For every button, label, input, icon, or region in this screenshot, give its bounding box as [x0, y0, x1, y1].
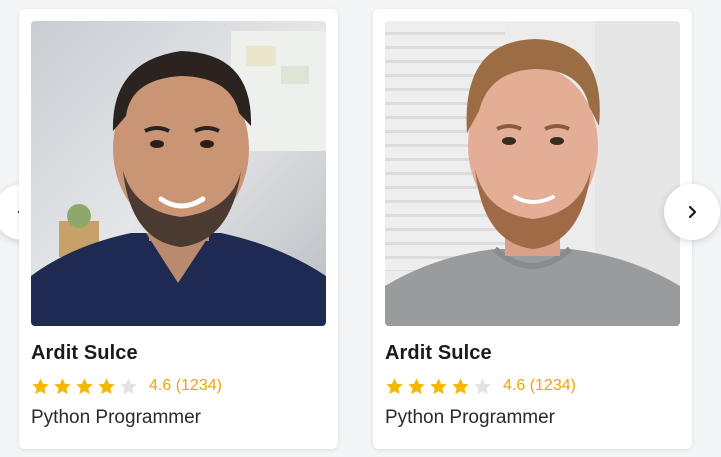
instructor-name: Ardit Sulce: [31, 342, 138, 364]
star-icon: [430, 377, 447, 394]
instructor-card[interactable]: Ardit Sulce 4.6 (1234) Python Programmer: [373, 9, 692, 449]
carousel-next-button[interactable]: [664, 184, 720, 240]
star-rating: [31, 377, 138, 396]
star-icon: [32, 377, 49, 394]
chevron-right-icon: [688, 205, 697, 219]
rating: 4.6 (1234): [31, 375, 222, 397]
instructor-role: Python Programmer: [385, 407, 556, 428]
star-rating: [385, 377, 492, 396]
star-icon: [76, 377, 93, 394]
star-icon: [408, 377, 425, 394]
rating-value: 4.6 (1234): [503, 377, 576, 394]
instructor-card[interactable]: Ardit Sulce 4.6 (1234) Python Programmer: [19, 9, 338, 449]
instructor-photo: [31, 21, 326, 326]
instructor-photo: [385, 21, 680, 326]
star-icon: [452, 377, 469, 394]
instructor-role: Python Programmer: [31, 407, 202, 428]
star-icon: [98, 377, 115, 394]
star-empty-icon: [120, 377, 137, 394]
star-icon: [386, 377, 403, 394]
star-icon: [54, 377, 71, 394]
rating-value: 4.6 (1234): [149, 377, 222, 394]
star-empty-icon: [474, 377, 491, 394]
rating: 4.6 (1234): [385, 375, 576, 397]
instructor-name: Ardit Sulce: [385, 342, 492, 364]
